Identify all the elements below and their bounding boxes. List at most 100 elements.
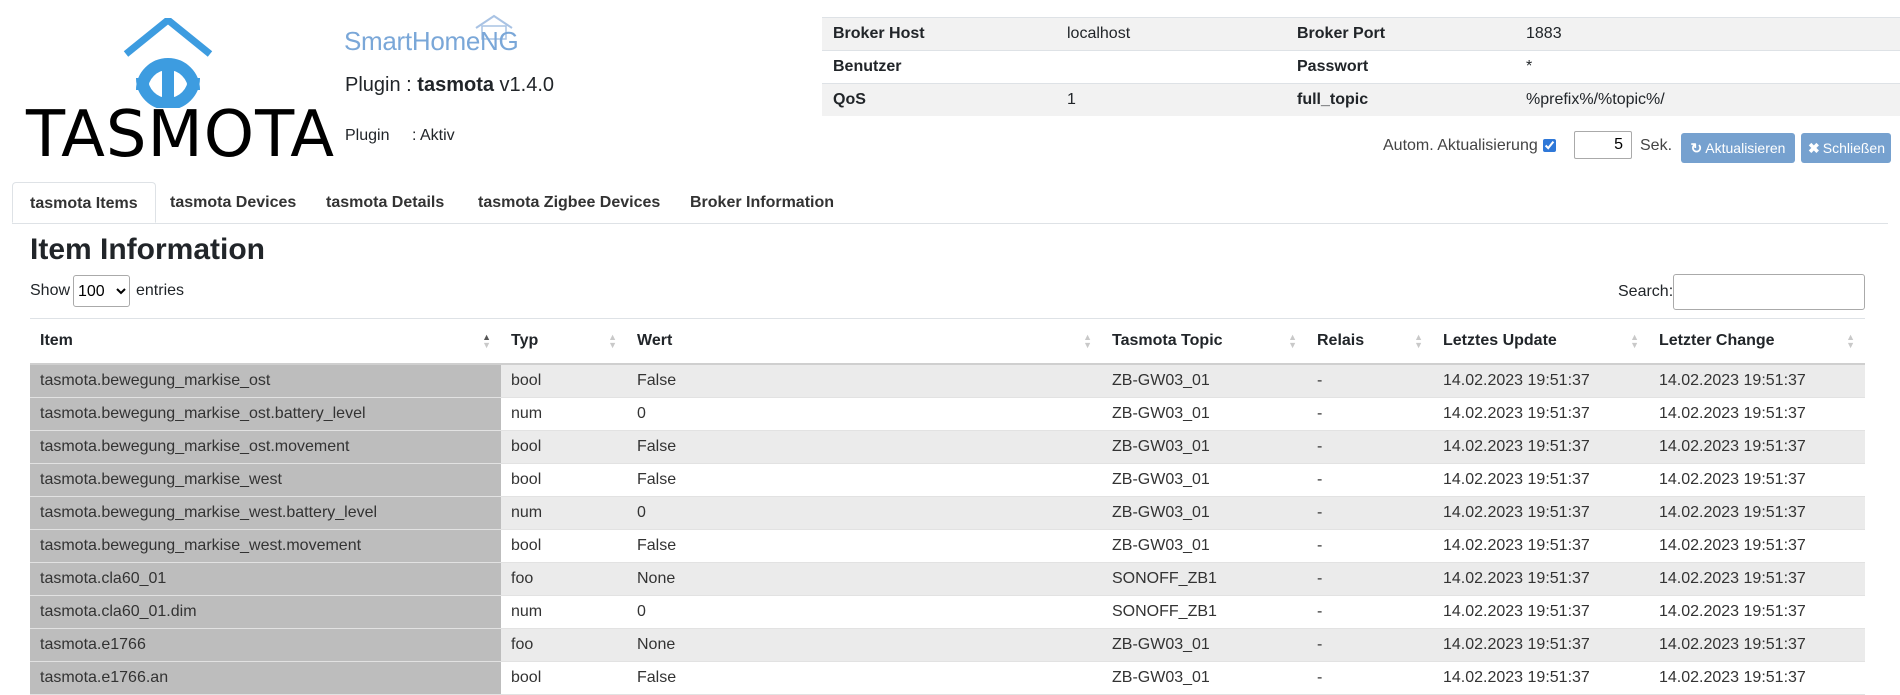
cell-item: tasmota.bewegung_markise_ost (30, 364, 501, 398)
plugin-status-value: : Aktiv (412, 127, 455, 144)
cell-wert: False (627, 430, 1102, 464)
tasmota-wordmark: TASMOTA (26, 98, 336, 172)
entries-per-page-select[interactable]: 100 (73, 275, 130, 307)
cell-wert: None (627, 628, 1102, 662)
tasmota-logo: TASMOTA (26, 18, 334, 170)
cell-typ: num (501, 496, 627, 530)
search-label: Search: (1618, 283, 1674, 300)
broker-value: * (1515, 50, 1900, 84)
column-header-letzter-change[interactable]: Letzter Change ▲ ▼ (1649, 318, 1865, 365)
sort-icon: ▲ ▼ (1414, 332, 1423, 350)
column-header-letztes-update[interactable]: Letztes Update ▲ ▼ (1433, 318, 1649, 365)
close-button[interactable]: ✖ Schließen (1801, 133, 1891, 163)
cell-typ: bool (501, 430, 627, 464)
sort-icon: ▲ ▼ (608, 332, 617, 350)
table-row: tasmota.bewegung_markise_west.movement bo… (30, 529, 1865, 563)
refresh-interval-input[interactable] (1574, 131, 1632, 159)
table-row: tasmota.cla60_01.dim num 0 SONOFF_ZB1-14.02… (30, 595, 1865, 629)
cell-item: tasmota.cla60_01 (30, 562, 501, 596)
column-header-relais[interactable]: Relais ▲ ▼ (1307, 318, 1433, 365)
cell-typ: bool (501, 364, 627, 398)
cell-relais: - (1307, 562, 1433, 596)
refresh-icon: ↻ (1690, 140, 1703, 156)
cell-letztes-update: 14.02.2023 19:51:37 (1433, 595, 1649, 629)
cell-relais: - (1307, 628, 1433, 662)
cell-letztes-update: 14.02.2023 19:51:37 (1433, 364, 1649, 398)
cell-item: tasmota.bewegung_markise_west.battery_le… (30, 496, 501, 530)
cell-typ: bool (501, 661, 627, 695)
cell-relais: - (1307, 529, 1433, 563)
cell-letztes-update: 14.02.2023 19:51:37 (1433, 628, 1649, 662)
cell-item: tasmota.bewegung_markise_west (30, 463, 501, 497)
plugin-prefix: Plugin : (345, 74, 412, 96)
smarthomeng-accent: NG (480, 26, 519, 56)
auto-refresh-checkbox[interactable] (1543, 139, 1556, 152)
plugin-version: v1.4.0 (499, 74, 555, 96)
broker-value: %prefix%/%topic%/ (1515, 83, 1900, 116)
plugin-title: Plugin : tasmota v1.4.0 (345, 72, 554, 98)
cell-typ: num (501, 595, 627, 629)
cell-tasmota-topic: ZB-GW03_01 (1102, 430, 1307, 464)
broker-key: QoS (822, 83, 1056, 116)
cell-letzter-change: 14.02.2023 19:51:37 (1649, 661, 1865, 695)
broker-value: 1883 (1515, 17, 1900, 51)
close-icon: ✖ (1808, 140, 1820, 156)
auto-refresh-label: Autom. Aktualisierung (1383, 137, 1538, 154)
cell-item: tasmota.bewegung_markise_west.movement (30, 529, 501, 563)
cell-tasmota-topic: ZB-GW03_01 (1102, 529, 1307, 563)
broker-key: Broker Host (822, 17, 1056, 51)
cell-relais: - (1307, 397, 1433, 431)
broker-key: full_topic (1286, 83, 1515, 116)
refresh-button[interactable]: ↻ Aktualisieren (1681, 133, 1795, 163)
search-input[interactable] (1673, 274, 1865, 310)
smarthomeng-logo: SmartHomeNG (344, 14, 524, 58)
cell-wert: False (627, 463, 1102, 497)
broker-row: Benutzer Passwort * (822, 50, 1900, 84)
column-header-tasmota-topic[interactable]: Tasmota Topic ▲ ▼ (1102, 318, 1307, 365)
cell-letzter-change: 14.02.2023 19:51:37 (1649, 595, 1865, 629)
column-header-item[interactable]: Item ▲ ▼ (30, 318, 501, 365)
cell-wert: False (627, 529, 1102, 563)
cell-typ: num (501, 397, 627, 431)
cell-typ: bool (501, 463, 627, 497)
table-row: tasmota.bewegung_markise_ost.battery_lev… (30, 397, 1865, 431)
cell-wert: 0 (627, 595, 1102, 629)
cell-letzter-change: 14.02.2023 19:51:37 (1649, 496, 1865, 530)
cell-letzter-change: 14.02.2023 19:51:37 (1649, 628, 1865, 662)
sort-icon: ▲ ▼ (1630, 332, 1639, 350)
cell-letzter-change: 14.02.2023 19:51:37 (1649, 397, 1865, 431)
cell-letzter-change: 14.02.2023 19:51:37 (1649, 562, 1865, 596)
column-header-typ[interactable]: Typ ▲ ▼ (501, 318, 627, 365)
cell-letzter-change: 14.02.2023 19:51:37 (1649, 529, 1865, 563)
table-row: tasmota.bewegung_markise_ost.movement boo… (30, 430, 1865, 464)
tab-tasmota-zigbee-devices[interactable]: tasmota Zigbee Devices (461, 182, 677, 223)
cell-item: tasmota.e1766.an (30, 661, 501, 695)
tab-tasmota-details[interactable]: tasmota Details (309, 182, 461, 223)
broker-key: Passwort (1286, 50, 1515, 84)
cell-item: tasmota.bewegung_markise_ost.movement (30, 430, 501, 464)
cell-letztes-update: 14.02.2023 19:51:37 (1433, 397, 1649, 431)
cell-letztes-update: 14.02.2023 19:51:37 (1433, 463, 1649, 497)
section-heading: Item Information (30, 233, 266, 266)
cell-wert: None (627, 562, 1102, 596)
broker-value: localhost (1056, 17, 1286, 51)
table-row: tasmota.cla60_01 foo None SONOFF_ZB1-14.02.… (30, 562, 1865, 596)
tab-broker-information[interactable]: Broker Information (673, 182, 851, 223)
cell-tasmota-topic: ZB-GW03_01 (1102, 661, 1307, 695)
cell-letzter-change: 14.02.2023 19:51:37 (1649, 463, 1865, 497)
broker-row: QoS 1 full_topic %prefix%/%topic%/ (822, 83, 1900, 116)
cell-relais: - (1307, 595, 1433, 629)
broker-value: 1 (1056, 83, 1286, 116)
broker-key: Broker Port (1286, 17, 1515, 51)
tab-tasmota-items[interactable]: tasmota Items (12, 182, 156, 223)
cell-typ: bool (501, 529, 627, 563)
cell-letztes-update: 14.02.2023 19:51:37 (1433, 661, 1649, 695)
sort-icon: ▲ ▼ (1083, 332, 1092, 350)
interval-unit-label: Sek. (1640, 137, 1673, 154)
sort-icon: ▲ ▼ (482, 332, 491, 350)
tab-tasmota-devices[interactable]: tasmota Devices (153, 182, 313, 223)
column-header-wert[interactable]: Wert ▲ ▼ (627, 318, 1102, 365)
cell-tasmota-topic: ZB-GW03_01 (1102, 364, 1307, 398)
cell-relais: - (1307, 496, 1433, 530)
cell-wert: False (627, 661, 1102, 695)
